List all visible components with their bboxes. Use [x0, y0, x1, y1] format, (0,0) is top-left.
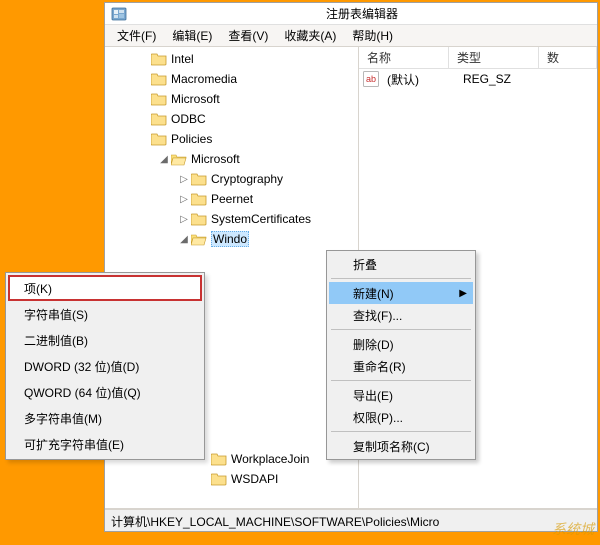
tree-item-label: Intel	[171, 52, 194, 66]
tree-item[interactable]: ▷ SystemCertificates	[105, 209, 358, 229]
title-bar[interactable]: 注册表编辑器	[105, 3, 597, 25]
col-name[interactable]: 名称	[359, 47, 449, 68]
tree-item-label: Microsoft	[171, 92, 220, 106]
submenu-item[interactable]: 字符串值(S)	[8, 301, 202, 327]
tree-twisty-icon[interactable]: ◢	[177, 234, 191, 245]
tree-twisty-icon[interactable]: ◢	[157, 154, 171, 165]
tree-item-label: Macromedia	[171, 72, 237, 86]
tree-item[interactable]: Policies	[105, 129, 358, 149]
folder-icon	[191, 191, 207, 207]
value-type: REG_SZ	[455, 72, 545, 86]
menu-favorites[interactable]: 收藏夹(A)	[276, 25, 344, 46]
tree-item[interactable]: ▷ Cryptography	[105, 169, 358, 189]
folder-icon	[171, 151, 187, 167]
tree-twisty-icon[interactable]: ▷	[177, 194, 191, 205]
submenu-item[interactable]: 可扩充字符串值(E)	[8, 431, 202, 457]
folder-icon	[151, 111, 167, 127]
folder-icon	[151, 51, 167, 67]
tree-item[interactable]: ODBC	[105, 109, 358, 129]
tree-item[interactable]: WSDAPI	[105, 469, 358, 489]
menu-help[interactable]: 帮助(H)	[344, 25, 401, 46]
ctx-find[interactable]: 查找(F)...	[329, 304, 473, 326]
folder-icon	[151, 91, 167, 107]
tree-item[interactable]: Microsoft	[105, 89, 358, 109]
ctx-rename[interactable]: 重命名(R)	[329, 355, 473, 377]
menu-file[interactable]: 文件(F)	[109, 25, 164, 46]
tree-twisty-icon[interactable]: ▷	[177, 174, 191, 185]
tree-twisty-icon[interactable]: ▷	[177, 214, 191, 225]
folder-icon	[151, 131, 167, 147]
tree-item[interactable]: ◢ Windo	[105, 229, 358, 249]
ctx-copy-key-name[interactable]: 复制项名称(C)	[329, 435, 473, 457]
tree-item[interactable]: Macromedia	[105, 69, 358, 89]
submenu-item[interactable]: QWORD (64 位)值(Q)	[8, 379, 202, 405]
ctx-separator	[331, 431, 471, 432]
menu-view[interactable]: 查看(V)	[220, 25, 276, 46]
tree-item-label: Windo	[211, 231, 249, 247]
ctx-separator	[331, 380, 471, 381]
col-data[interactable]: 数	[539, 47, 597, 68]
value-row-default[interactable]: (默认) REG_SZ	[359, 69, 597, 89]
submenu-arrow-icon: ▶	[459, 288, 467, 299]
menu-edit[interactable]: 编辑(E)	[164, 25, 220, 46]
status-bar: 计算机\HKEY_LOCAL_MACHINE\SOFTWARE\Policies…	[105, 509, 597, 531]
tree-item-label: Policies	[171, 132, 212, 146]
folder-icon	[191, 171, 207, 187]
ctx-separator	[331, 329, 471, 330]
ctx-collapse[interactable]: 折叠	[329, 253, 473, 275]
col-type[interactable]: 类型	[449, 47, 539, 68]
tree-item-label: ODBC	[171, 112, 206, 126]
list-header: 名称 类型 数	[359, 47, 597, 69]
menu-bar: 文件(F) 编辑(E) 查看(V) 收藏夹(A) 帮助(H)	[105, 25, 597, 47]
submenu-item[interactable]: 二进制值(B)	[8, 327, 202, 353]
tree-item-label: Microsoft	[191, 152, 240, 166]
tree-item-label: WSDAPI	[231, 472, 278, 486]
tree-item[interactable]: ◢ Microsoft	[105, 149, 358, 169]
folder-icon	[151, 71, 167, 87]
ctx-delete[interactable]: 删除(D)	[329, 333, 473, 355]
submenu-item[interactable]: 项(K)	[8, 275, 202, 301]
new-submenu: 项(K)字符串值(S)二进制值(B)DWORD (32 位)值(D)QWORD …	[5, 272, 205, 460]
tree-item-label: SystemCertificates	[211, 212, 311, 226]
window-title: 注册表编辑器	[127, 5, 597, 22]
context-menu: 折叠 新建(N) ▶ 查找(F)... 删除(D) 重命名(R) 导出(E) 权…	[326, 250, 476, 460]
folder-icon	[191, 211, 207, 227]
folder-icon	[211, 451, 227, 467]
ctx-new[interactable]: 新建(N) ▶	[329, 282, 473, 304]
tree-item-label: Cryptography	[211, 172, 283, 186]
tree-item[interactable]	[105, 249, 358, 269]
submenu-item[interactable]: DWORD (32 位)值(D)	[8, 353, 202, 379]
regedit-icon	[111, 6, 127, 22]
submenu-item[interactable]: 多字符串值(M)	[8, 405, 202, 431]
ctx-new-label: 新建(N)	[353, 285, 394, 302]
string-value-icon	[363, 71, 379, 87]
ctx-permissions[interactable]: 权限(P)...	[329, 406, 473, 428]
folder-icon	[211, 471, 227, 487]
folder-icon	[191, 231, 207, 247]
tree-item[interactable]: ▷ Peernet	[105, 189, 358, 209]
tree-item-label: Peernet	[211, 192, 253, 206]
value-name: (默认)	[379, 71, 455, 88]
tree-item-label: WorkplaceJoin	[231, 452, 309, 466]
tree-item[interactable]: Intel	[105, 49, 358, 69]
ctx-separator	[331, 278, 471, 279]
ctx-export[interactable]: 导出(E)	[329, 384, 473, 406]
